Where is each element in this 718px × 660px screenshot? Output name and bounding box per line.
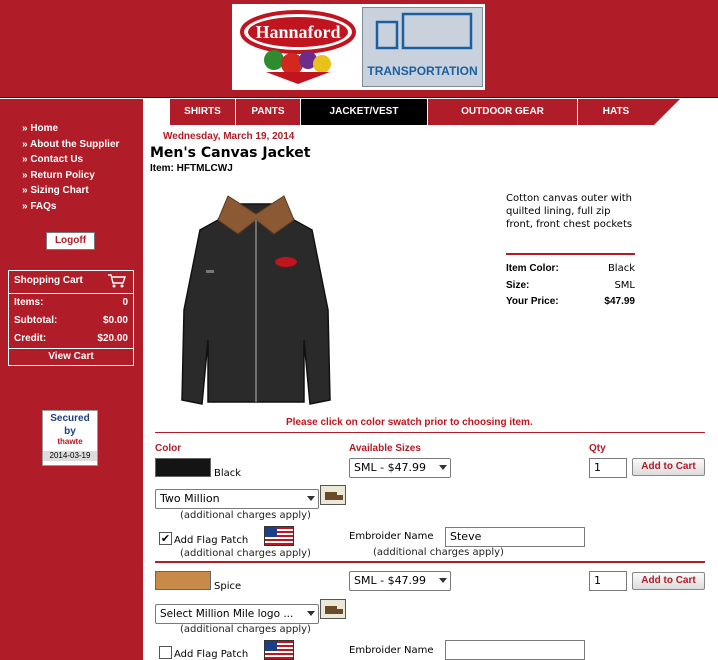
truck-icon xyxy=(375,12,473,50)
size-select-spice[interactable]: SML - $47.99 xyxy=(349,571,451,591)
size-select-value: SML - $47.99 xyxy=(354,574,427,587)
spec-price-value: $47.99 xyxy=(604,296,635,307)
embroider-charge-note: (additional charges apply) xyxy=(373,547,504,558)
spec-size-label: Size: xyxy=(506,280,530,291)
sidebar: » Home » About the Supplier » Contact Us… xyxy=(0,99,143,660)
flag-charge-note: (additional charges apply) xyxy=(180,548,311,559)
column-header-qty: Qty xyxy=(589,443,606,454)
shopping-cart-panel: Shopping Cart Items: 0 Subtotal: $0.00 C… xyxy=(8,270,134,366)
chevron-down-icon xyxy=(307,611,315,616)
view-cart-link[interactable]: View Cart xyxy=(9,348,133,365)
cart-subtotal-row: Subtotal: $0.00 xyxy=(9,312,133,330)
nav-hats[interactable]: HATS xyxy=(578,99,654,125)
sidebar-item-contact[interactable]: » Contact Us xyxy=(22,152,119,168)
row-divider xyxy=(155,561,705,563)
shopping-cart-icon xyxy=(107,274,127,291)
flag-patch-checkbox-black[interactable]: ✔ xyxy=(159,532,172,545)
badge-date: 2014-03-19 xyxy=(43,451,97,461)
qty-input-spice[interactable]: 1 xyxy=(589,571,627,591)
logo-charge-note: (additional charges apply) xyxy=(180,624,311,635)
product-title: Men's Canvas Jacket xyxy=(150,145,311,161)
cart-title: Shopping Cart xyxy=(14,275,83,286)
spec-price-label: Your Price: xyxy=(506,296,559,307)
embroider-name-label: Embroider Name xyxy=(349,645,434,656)
spec-color-label: Item Color: xyxy=(506,263,559,274)
logo-charge-note: (additional charges apply) xyxy=(180,510,311,521)
color-name-spice: Spice xyxy=(214,581,242,592)
cart-subtotal-label: Subtotal: xyxy=(14,315,58,326)
us-flag-icon xyxy=(264,640,294,660)
jacket-icon xyxy=(181,195,331,405)
product-description: Cotton canvas outer with quilted lining,… xyxy=(506,193,633,230)
logo-text: Hannaford xyxy=(255,22,340,42)
column-header-color: Color xyxy=(155,443,182,454)
sidebar-item-about[interactable]: » About the Supplier xyxy=(22,137,119,153)
embroider-name-input-spice[interactable] xyxy=(445,640,585,660)
nav-tail-decoration xyxy=(654,99,680,125)
badge-line1: Secured xyxy=(50,413,90,424)
spec-size-value: SML xyxy=(614,280,635,291)
sidebar-item-faqs[interactable]: » FAQs xyxy=(22,199,119,215)
nav-jacket-vest[interactable]: JACKET/VEST xyxy=(301,99,428,125)
logo-select-black[interactable]: Two Million xyxy=(155,489,319,509)
column-header-sizes: Available Sizes xyxy=(349,443,421,454)
nav-outdoor-gear[interactable]: OUTDOOR GEAR xyxy=(428,99,578,125)
transportation-logo: TRANSPORTATION xyxy=(362,7,483,87)
site-header: Hannaford TRANSPORTATION xyxy=(0,0,718,98)
nav-shirts[interactable]: SHIRTS xyxy=(170,99,236,125)
logo-select-value: Select Million Mile logo ... xyxy=(160,608,294,620)
flag-patch-label: Add Flag Patch xyxy=(174,649,249,660)
product-image xyxy=(178,190,334,414)
chevron-down-icon xyxy=(439,465,447,470)
add-to-cart-button-black[interactable]: Add to Cart xyxy=(632,458,705,476)
chevron-down-icon xyxy=(307,496,315,501)
add-to-cart-button-spice[interactable]: Add to Cart xyxy=(632,572,705,590)
cart-credit-label: Credit: xyxy=(14,333,47,344)
order-table-top-rule xyxy=(155,432,705,433)
us-flag-icon xyxy=(264,526,294,546)
logo-select-value: Two Million xyxy=(160,492,220,505)
badge-line2: by xyxy=(64,426,76,437)
logoff-button[interactable]: Logoff xyxy=(46,232,95,250)
cart-subtotal-value: $0.00 xyxy=(102,315,128,326)
size-select-value: SML - $47.99 xyxy=(354,461,427,474)
logo-patch-preview-icon[interactable] xyxy=(320,485,346,505)
color-swatch-spice[interactable] xyxy=(155,571,211,590)
flag-patch-label: Add Flag Patch xyxy=(174,535,249,546)
spec-size: Size: SML xyxy=(506,278,635,294)
spec-price: Your Price: $47.99 xyxy=(506,294,635,310)
color-name-black: Black xyxy=(214,468,242,479)
cart-items-label: Items: xyxy=(14,297,44,308)
brand-logo[interactable]: Hannaford TRANSPORTATION xyxy=(232,4,485,90)
embroider-name-input-black[interactable]: Steve xyxy=(445,527,585,547)
embroider-name-label: Embroider Name xyxy=(349,531,434,542)
thawte-security-badge[interactable]: Secured by thawte 2014-03-19 xyxy=(42,410,98,466)
hannaford-logo-icon: Hannaford xyxy=(240,10,356,84)
badge-line3: thawte xyxy=(57,437,83,446)
cart-credit-value: $20.00 xyxy=(97,333,128,344)
item-number: Item: HFTMLCWJ xyxy=(150,163,233,174)
qty-input-black[interactable]: 1 xyxy=(589,458,627,478)
cart-credit-row: Credit: $20.00 xyxy=(9,330,133,348)
swatch-notice: Please click on color swatch prior to ch… xyxy=(286,417,533,428)
logo-select-spice[interactable]: Select Million Mile logo ... xyxy=(155,604,319,624)
size-select-black[interactable]: SML - $47.99 xyxy=(349,458,451,478)
cart-items-row: Items: 0 xyxy=(9,294,133,312)
sidebar-item-home[interactable]: » Home xyxy=(22,121,119,137)
color-swatch-black[interactable] xyxy=(155,458,211,477)
sidebar-item-return-policy[interactable]: » Return Policy xyxy=(22,168,119,184)
flag-patch-checkbox-spice[interactable] xyxy=(159,646,172,659)
nav-pants[interactable]: PANTS xyxy=(236,99,301,125)
chevron-down-icon xyxy=(439,578,447,583)
current-date: Wednesday, March 19, 2014 xyxy=(163,131,295,142)
description-divider xyxy=(506,253,635,255)
sidebar-links: » Home » About the Supplier » Contact Us… xyxy=(22,121,119,214)
cart-header[interactable]: Shopping Cart xyxy=(9,271,133,294)
spec-color-value: Black xyxy=(607,263,635,274)
cart-items-value: 0 xyxy=(122,297,128,308)
sidebar-item-sizing-chart[interactable]: » Sizing Chart xyxy=(22,183,119,199)
logo-patch-preview-icon[interactable] xyxy=(320,599,346,619)
logo-secondary-text: TRANSPORTATION xyxy=(367,64,478,78)
spec-color: Item Color: Black xyxy=(506,261,635,277)
